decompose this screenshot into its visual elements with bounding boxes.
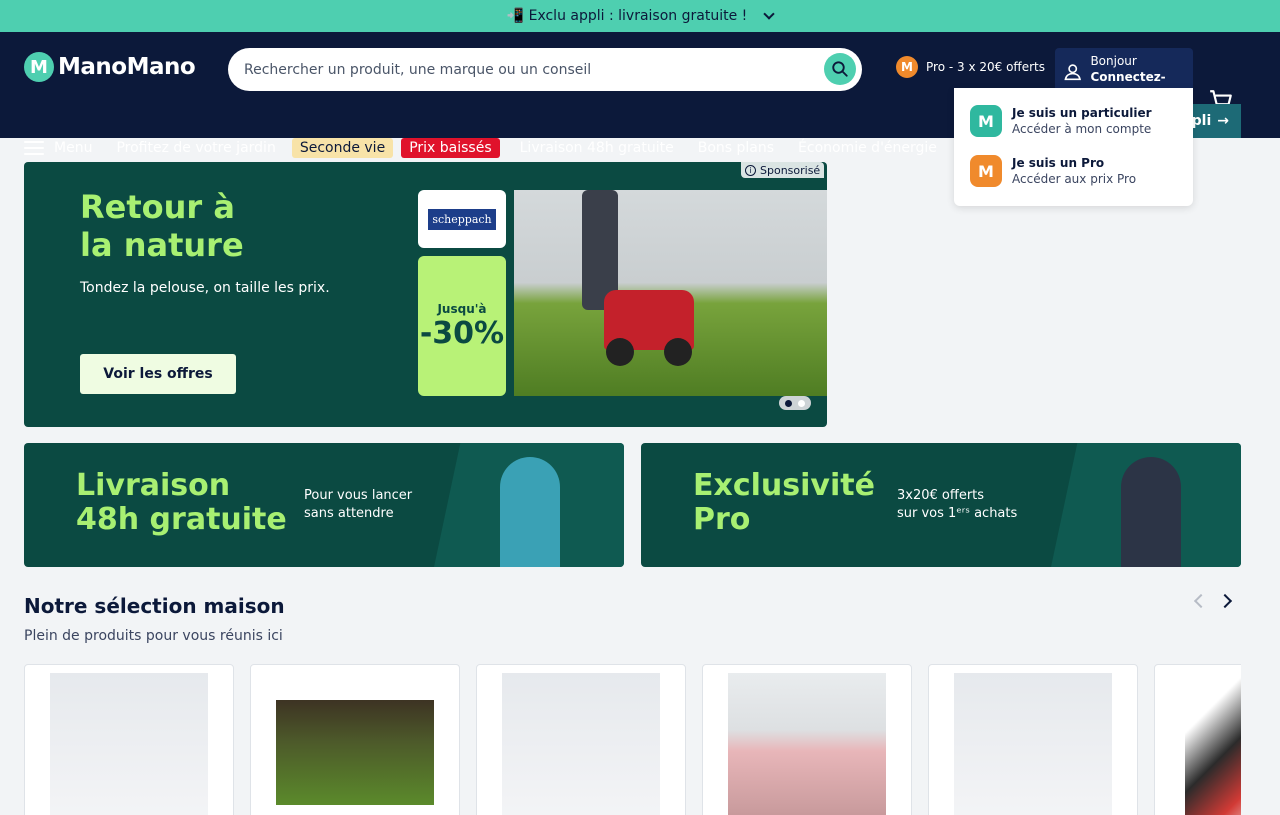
- nav-item-livraison[interactable]: Livraison 48h gratuite: [520, 140, 674, 156]
- discount-value: -30%: [419, 315, 505, 351]
- account-greeting: Bonjour: [1090, 54, 1137, 68]
- sponsored-label[interactable]: i Sponsorisé: [741, 162, 825, 178]
- delivery-person-image: [500, 457, 560, 567]
- product-image-placeholder: [954, 673, 1112, 815]
- promo-card-desc-line2: sur vos 1ᵉʳˢ achats: [897, 506, 1018, 521]
- dropdown-item-title: Je suis un Pro: [1012, 156, 1105, 170]
- hero-cta-button[interactable]: Voir les offres: [80, 354, 236, 394]
- hero-title-line2: la nature: [80, 226, 244, 264]
- pro-offer-link[interactable]: M Pro - 3 x 20€ offerts: [896, 56, 1045, 78]
- pro-logo-icon: M: [970, 155, 1002, 187]
- menu-button[interactable]: Menu: [24, 140, 92, 156]
- discount-badge: Jusqu'à -30%: [418, 256, 506, 396]
- dropdown-item-particulier[interactable]: M Je suis un particulier Accéder à mon c…: [970, 104, 1177, 138]
- promo-card-title: Exclusivité Pro: [693, 469, 875, 537]
- promo-card-livraison[interactable]: Livraison 48h gratuite Pour vous lancer …: [24, 443, 624, 567]
- hamburger-icon: [24, 141, 44, 155]
- menu-label: Menu: [54, 140, 93, 156]
- promo-card-desc: Pour vous lancer sans attendre: [304, 487, 412, 523]
- product-card[interactable]: [702, 664, 912, 815]
- sponsored-text: Sponsorisé: [760, 163, 821, 177]
- dropdown-item-subtitle: Accéder aux prix Pro: [1012, 172, 1137, 186]
- dropdown-item-subtitle: Accéder à mon compte: [1012, 122, 1152, 136]
- pro-worker-image: [1121, 457, 1181, 567]
- section-title: Notre sélection maison: [24, 594, 285, 618]
- nav-item-bons-plans[interactable]: Bons plans: [698, 140, 774, 156]
- product-image: [1185, 673, 1241, 815]
- promo-card-desc-line1: 3x20€ offerts: [897, 488, 985, 503]
- carousel-dots: [779, 396, 811, 410]
- search-bar: [228, 48, 862, 91]
- product-image-placeholder: [502, 673, 660, 815]
- logo-mark-icon: M: [24, 52, 54, 82]
- nav-item-jardin[interactable]: Profitez de votre jardin: [116, 140, 275, 156]
- hero-banner[interactable]: Retour à la nature Tondez la pelouse, on…: [24, 162, 827, 427]
- promo-bar[interactable]: 📲 Exclu appli : livraison gratuite !: [0, 0, 1280, 32]
- product-image-placeholder: [50, 673, 208, 815]
- chevron-down-icon[interactable]: [763, 8, 775, 20]
- account-dropdown: M Je suis un particulier Accéder à mon c…: [954, 88, 1193, 206]
- arrow-right-icon: →: [1217, 113, 1229, 129]
- user-icon: [1064, 64, 1081, 81]
- product-card[interactable]: [928, 664, 1138, 815]
- product-card[interactable]: [250, 664, 460, 815]
- carousel-dot[interactable]: [785, 399, 792, 407]
- particulier-logo-icon: M: [970, 105, 1002, 137]
- hero-title: Retour à la nature: [80, 188, 244, 264]
- appli-label: pli: [1191, 113, 1212, 129]
- nav-item-seconde-vie[interactable]: Seconde vie: [291, 138, 394, 158]
- nav-item-prix-baisses[interactable]: Prix baissés: [401, 138, 500, 158]
- promo-card-title-line1: Exclusivité: [693, 468, 875, 503]
- brand-name: scheppach: [428, 208, 496, 230]
- info-icon: i: [745, 164, 756, 176]
- section-subtitle: Plein de produits pour vous réunis ici: [24, 628, 283, 644]
- product-card[interactable]: [476, 664, 686, 815]
- chevron-left-icon[interactable]: [1193, 593, 1209, 609]
- product-card[interactable]: [1154, 664, 1241, 815]
- promo-card-pro[interactable]: Exclusivité Pro 3x20€ offerts sur vos 1ᵉ…: [641, 443, 1241, 567]
- hero-image: [514, 190, 827, 396]
- promo-card-desc-line2: sans attendre: [304, 506, 394, 521]
- product-image: [728, 673, 886, 815]
- brand-logo: scheppach: [418, 190, 506, 248]
- promo-card-title-line2: 48h gratuite: [76, 502, 287, 537]
- search-input[interactable]: [244, 61, 804, 78]
- hero-subtitle: Tondez la pelouse, on taille les prix.: [80, 280, 330, 296]
- search-icon: [832, 61, 848, 77]
- logo[interactable]: M ManoMano: [24, 52, 196, 82]
- pro-badge-icon: M: [896, 56, 918, 78]
- search-button[interactable]: [824, 53, 856, 85]
- promo-text: 📲 Exclu appli : livraison gratuite !: [506, 8, 748, 24]
- promo-card-title: Livraison 48h gratuite: [76, 469, 287, 537]
- discount-label: Jusqu'à: [437, 301, 487, 316]
- dropdown-item-pro[interactable]: M Je suis un Pro Accéder aux prix Pro: [970, 154, 1177, 188]
- nav-item-energie[interactable]: Économie d'énergie: [798, 140, 937, 156]
- product-image: [276, 700, 434, 805]
- hero-title-line1: Retour à: [80, 188, 235, 226]
- dropdown-item-title: Je suis un particulier: [1012, 106, 1152, 120]
- promo-card-title-line1: Livraison: [76, 468, 231, 503]
- chevron-right-icon[interactable]: [1217, 593, 1233, 609]
- pro-offer-label: Pro - 3 x 20€ offerts: [926, 60, 1045, 74]
- product-carousel: [24, 664, 1241, 815]
- logo-text: ManoMano: [58, 54, 196, 80]
- promo-card-title-line2: Pro: [693, 502, 751, 537]
- product-card[interactable]: [24, 664, 234, 815]
- carousel-arrows: [1193, 593, 1233, 609]
- promo-card-desc-line1: Pour vous lancer: [304, 488, 413, 503]
- promo-card-desc: 3x20€ offerts sur vos 1ᵉʳˢ achats: [897, 487, 1017, 523]
- carousel-dot[interactable]: [798, 399, 805, 407]
